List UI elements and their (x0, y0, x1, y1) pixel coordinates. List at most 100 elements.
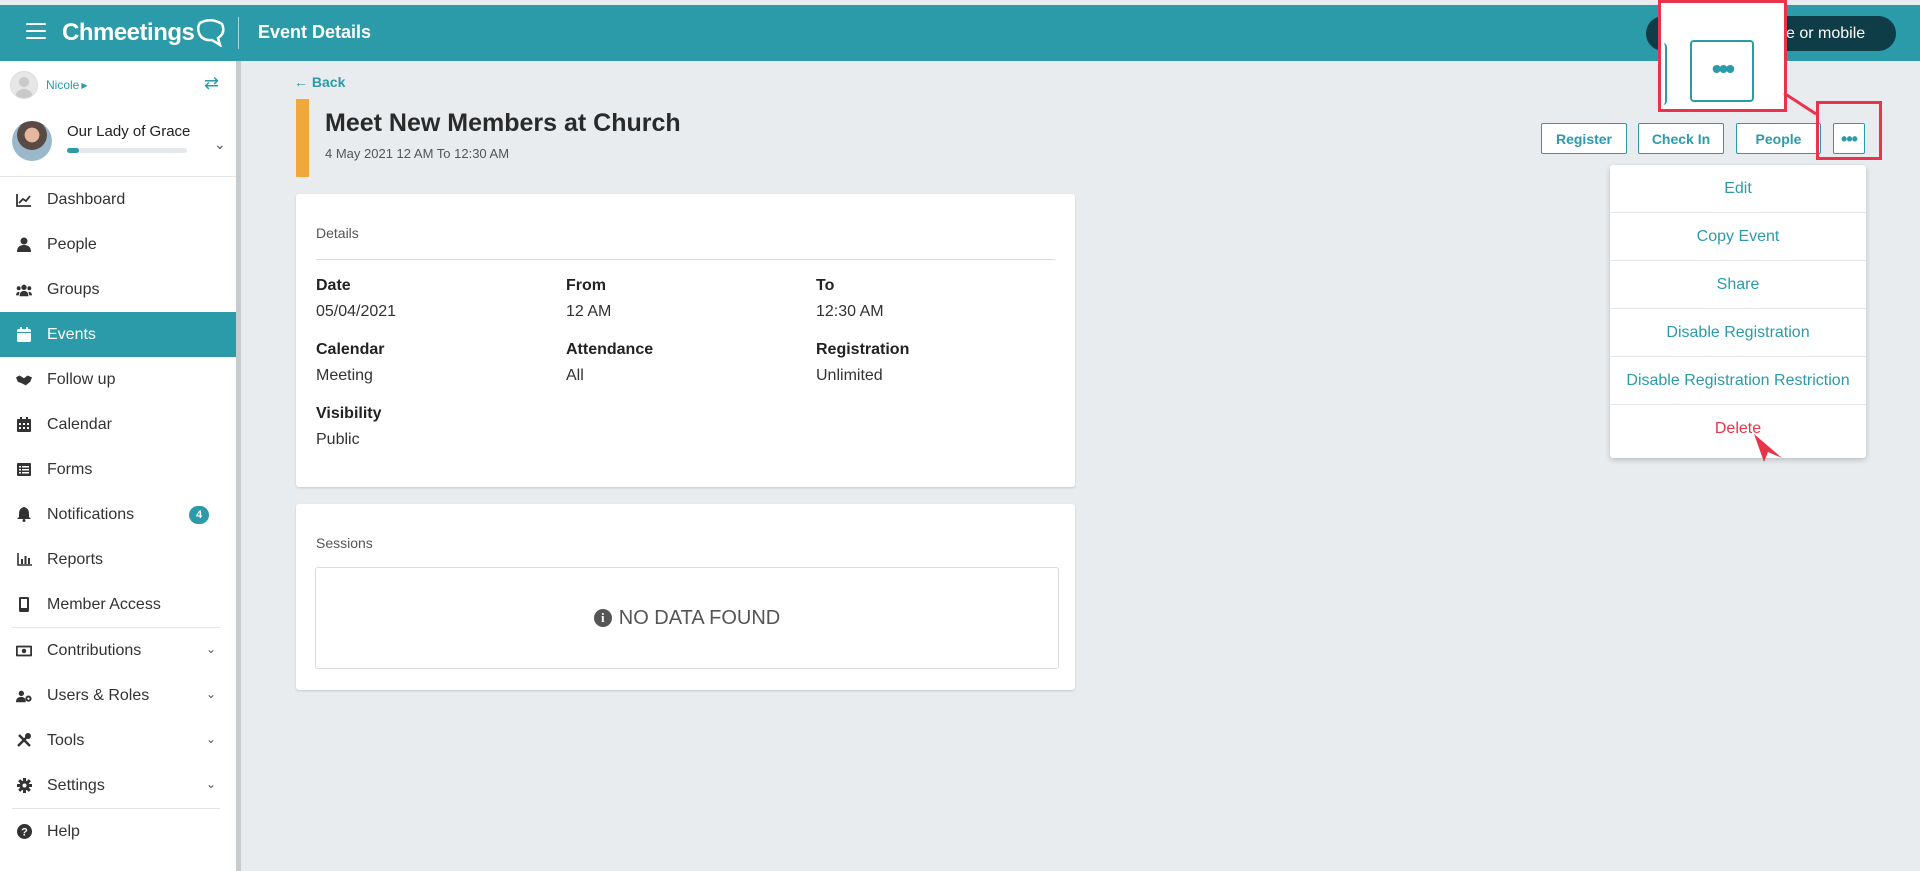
org-progress-fill (67, 148, 79, 153)
back-label: Back (311, 74, 346, 90)
sidebar-item-label: Notifications (47, 505, 135, 523)
field-label: To (816, 277, 835, 294)
field-to: To 12:30 AM (816, 277, 884, 321)
swap-icon[interactable]: ⇄ (204, 73, 219, 94)
field-registration: Registration Unlimited (816, 341, 909, 385)
sidebar-item-label: People (47, 235, 97, 253)
zoomed-more-button: ••• (1690, 40, 1754, 102)
chevron-down-icon: ⌄ (206, 732, 217, 746)
calendar-icon (16, 327, 32, 343)
field-value: Unlimited (816, 367, 883, 384)
user-icon (16, 237, 32, 253)
arrow-left-icon: ← (294, 74, 308, 90)
hamburger-icon[interactable] (26, 23, 46, 39)
org-switcher[interactable]: Our Lady of Grace ⌄ (12, 121, 232, 173)
list-icon (16, 462, 32, 478)
svg-text:?: ? (21, 827, 28, 839)
sidebar-item-reports[interactable]: Reports (0, 537, 236, 582)
bell-icon (16, 507, 32, 523)
event-date-range: 4 May 2021 12 AM To 12:30 AM (325, 146, 510, 161)
question-circle-icon: ? (16, 824, 32, 840)
logo-text: Chmeetings (62, 19, 195, 46)
page-title: Event Details (258, 22, 372, 42)
top-bar: Chmeetings Event Details e or mobile (0, 5, 1920, 61)
sidebar-item-label: Tools (47, 731, 85, 749)
field-value: 05/04/2021 (316, 303, 397, 320)
sidebar-item-notifications[interactable]: Notifications 4 (0, 492, 236, 537)
users-icon (16, 282, 32, 298)
callout-connector-line (1783, 92, 1817, 116)
sidebar-item-member-access[interactable]: Member Access (0, 582, 236, 627)
sidebar-item-label: Contributions (47, 641, 142, 659)
sidebar-scrollbar[interactable] (236, 61, 241, 871)
topbar-divider (238, 17, 239, 49)
sessions-card: Sessions i NO DATA FOUND (296, 504, 1075, 690)
menu-item-delete[interactable]: Delete (1610, 405, 1866, 453)
field-label: Calendar (316, 341, 385, 358)
register-button[interactable]: Register (1541, 123, 1627, 154)
chart-line-icon (16, 192, 32, 208)
notification-count-badge: 4 (189, 506, 209, 524)
user-avatar (10, 71, 38, 99)
sidebar-item-help[interactable]: ? Help (0, 809, 236, 854)
info-icon: i (593, 609, 612, 627)
details-divider (316, 259, 1055, 260)
menu-item-disable-registration-restriction[interactable]: Disable Registration Restriction (1610, 357, 1866, 405)
sidebar-item-users-roles[interactable]: Users & Roles ⌄ (0, 673, 236, 718)
sidebar-item-label: Calendar (47, 415, 112, 433)
details-card: Details Date 05/04/2021 From 12 AM To 12… (296, 194, 1075, 487)
field-label: Attendance (566, 341, 654, 358)
empty-message: i NO DATA FOUND (593, 606, 781, 630)
sidebar-item-groups[interactable]: Groups (0, 267, 236, 312)
sidebar-item-label: Settings (47, 776, 105, 794)
sidebar-item-tools[interactable]: Tools ⌄ (0, 718, 236, 763)
sidebar-item-calendar[interactable]: Calendar (0, 402, 236, 447)
check-in-button[interactable]: Check In (1638, 123, 1724, 154)
more-button-highlight (1816, 101, 1882, 160)
sidebar-item-label: Follow up (47, 370, 116, 388)
chevron-down-icon[interactable]: ⌄ (214, 136, 226, 153)
details-heading: Details (316, 225, 359, 241)
menu-item-share[interactable]: Share (1610, 261, 1866, 309)
money-icon (16, 643, 32, 659)
sidebar-item-label: Reports (47, 550, 104, 568)
sidebar-item-contributions[interactable]: Contributions ⌄ (0, 628, 236, 673)
handshake-icon (16, 372, 32, 388)
menu-item-edit[interactable]: Edit (1610, 165, 1866, 213)
chevron-down-icon: ⌄ (206, 687, 217, 701)
menu-item-copy-event[interactable]: Copy Event (1610, 213, 1866, 261)
chevron-down-icon: ⌄ (206, 777, 217, 791)
sidebar-item-follow-up[interactable]: Follow up (0, 357, 236, 402)
field-date: Date 05/04/2021 (316, 277, 396, 321)
more-options-menu: Edit Copy Event Share Disable Registrati… (1610, 165, 1866, 458)
sidebar-item-people[interactable]: People (0, 222, 236, 267)
empty-text: NO DATA FOUND (618, 606, 781, 629)
event-title: Meet New Members at Church (325, 109, 681, 137)
sidebar: Nicole ▶ ⇄ Our Lady of Grace ⌄ Dashboard… (0, 61, 236, 871)
tools-icon (16, 733, 32, 749)
gear-icon (16, 778, 32, 794)
field-calendar: Calendar Meeting (316, 341, 384, 385)
back-link[interactable]: ← Back (294, 74, 345, 90)
people-button[interactable]: People (1736, 123, 1821, 154)
sidebar-item-label: Member Access (47, 595, 161, 613)
sidebar-item-forms[interactable]: Forms (0, 447, 236, 492)
field-attendance: Attendance All (566, 341, 653, 385)
menu-item-disable-registration[interactable]: Disable Registration (1610, 309, 1866, 357)
calendar-grid-icon (16, 417, 32, 433)
field-visibility: Visibility Public (316, 405, 382, 449)
field-label: From (566, 277, 606, 294)
mobile-icon (16, 597, 32, 613)
org-progress-bar (67, 148, 187, 153)
zoom-callout-neighbor-edge (1661, 43, 1667, 105)
sidebar-item-settings[interactable]: Settings ⌄ (0, 763, 236, 808)
field-value: Public (316, 431, 360, 448)
sidebar-item-events[interactable]: Events (0, 312, 236, 357)
sidebar-item-label: Users & Roles (47, 686, 150, 704)
sidebar-item-dashboard[interactable]: Dashboard (0, 177, 236, 222)
user-menu[interactable]: Nicole ▶ (10, 71, 88, 99)
sidebar-item-label: Events (47, 325, 96, 343)
logo[interactable]: Chmeetings (62, 17, 226, 49)
chat-bubble-icon (197, 19, 225, 47)
field-value: 12 AM (566, 303, 612, 320)
